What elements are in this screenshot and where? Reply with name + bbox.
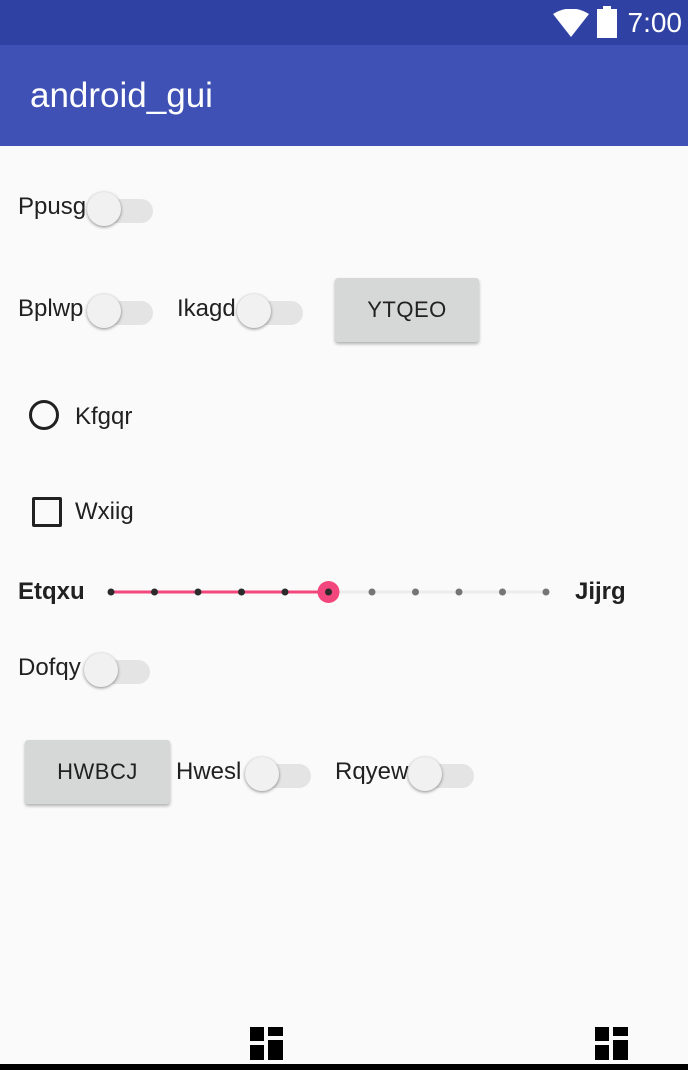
hwbcj-button[interactable]: HWBCJ	[25, 740, 170, 804]
switch-label-dofqy: Dofqy	[18, 654, 81, 681]
seek-bar-tick	[151, 588, 158, 596]
switch-label-ikagd: Ikagd	[177, 295, 236, 322]
screen: 7:00 android_gui Ppusg Bplwp Ikagd YTQEO…	[0, 0, 688, 1070]
nav-bar-line	[0, 1064, 688, 1070]
switch-label-bplwp: Bplwp	[18, 295, 84, 322]
seek-bar-tick	[238, 588, 245, 596]
ytqeo-button[interactable]: YTQEO	[335, 278, 479, 342]
seek-bar-tick	[194, 588, 202, 596]
grid-icon[interactable]	[595, 1027, 628, 1060]
status-bar: 7:00	[0, 0, 688, 45]
switch-thumb	[237, 294, 271, 328]
seek-bar-tick	[412, 588, 419, 596]
switch-thumb	[87, 192, 121, 226]
switch-label-rqyew: Rqyew	[335, 758, 409, 785]
wifi-icon	[553, 9, 589, 37]
switch-label-ppusg: Ppusg	[18, 193, 87, 220]
slider-left-label: Etqxu	[18, 578, 85, 605]
switch-ikagd[interactable]	[237, 289, 303, 329]
checkbox-label-wxiig: Wxiig	[75, 498, 134, 525]
seek-bar-tick	[281, 588, 289, 596]
switch-rqyew[interactable]	[408, 752, 474, 792]
seek-bar-tick	[368, 588, 376, 596]
grid-icon[interactable]	[250, 1027, 283, 1060]
seek-bar-tick	[455, 588, 463, 596]
checkbox-wxiig[interactable]	[32, 497, 62, 527]
slider-right-label: Jijrg	[575, 578, 626, 605]
switch-label-hwesl: Hwesl	[176, 758, 242, 785]
seek-bar-tick	[107, 588, 115, 596]
radio-kfgqr[interactable]	[29, 400, 59, 430]
switch-dofqy[interactable]	[84, 648, 150, 688]
switch-ppusg[interactable]	[87, 187, 153, 227]
app-title: android_gui	[30, 76, 213, 115]
switch-thumb	[245, 757, 279, 791]
switch-thumb	[84, 653, 118, 687]
switch-thumb	[408, 757, 442, 791]
switch-hwesl[interactable]	[245, 752, 311, 792]
app-bar: android_gui	[0, 45, 688, 146]
seek-bar-tick	[542, 588, 550, 596]
switch-bplwp[interactable]	[87, 289, 153, 329]
seek-bar-tick	[499, 588, 506, 596]
seek-bar-thumb-tick	[325, 588, 332, 596]
status-time: 7:00	[627, 7, 683, 38]
battery-icon	[597, 6, 617, 38]
switch-thumb	[87, 294, 121, 328]
radio-label-kfgqr: Kfgqr	[75, 403, 133, 430]
seek-bar[interactable]	[100, 572, 560, 612]
